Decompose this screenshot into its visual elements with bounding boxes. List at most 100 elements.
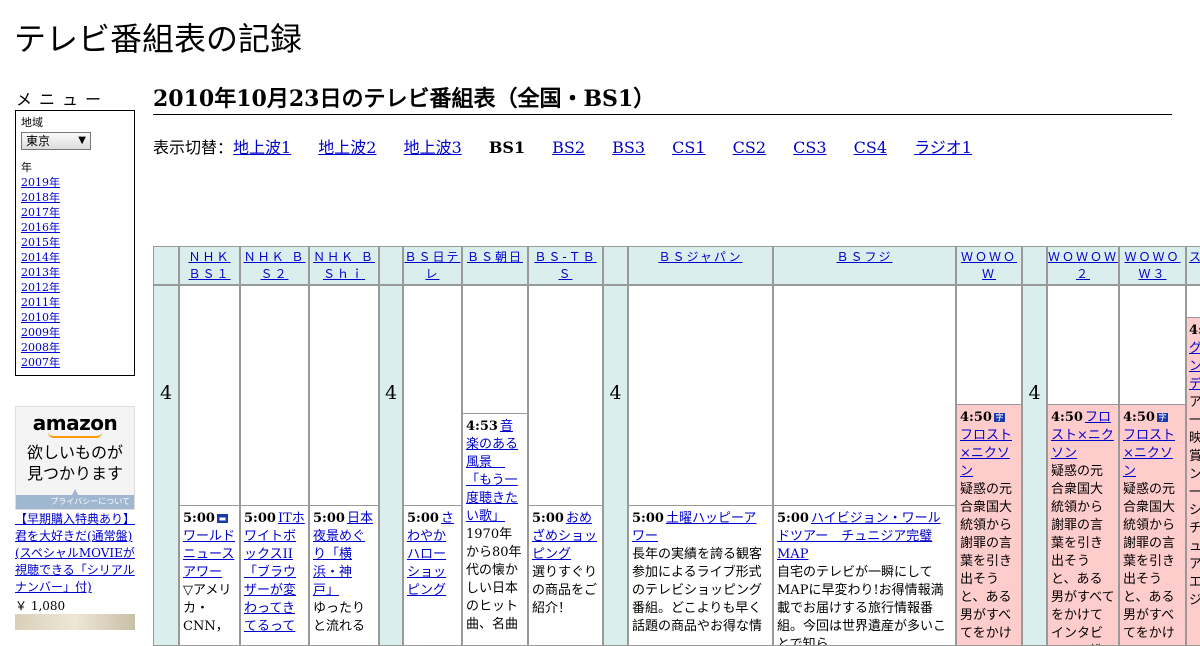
amazon-ad-banner[interactable]: amazon 欲しいものが 見つかります ▲ プライバシーについて [15, 406, 135, 510]
channel-link-bs-nittele[interactable]: ＢＳ日テレ [404, 250, 460, 281]
hour-column-header [603, 246, 628, 285]
caption-icon: ▬ [216, 514, 228, 523]
channel-link-bs-japan[interactable]: ＢＳジャパン [658, 250, 742, 264]
channel-link-wowow3[interactable]: ＷＯＷＯＷ３ [1124, 250, 1180, 281]
channel-link-bs-asahi[interactable]: ＢＳ朝日 [467, 250, 523, 264]
program-cell: 5:00 ▬ ワールドニュースアワー ▽アメリカ・CNN， [180, 505, 239, 645]
program-desc: ア一映賞ン一シチュアエジ [1189, 395, 1200, 608]
program-link[interactable]: ワールドニュースアワー [183, 529, 235, 580]
channel-link-nhk-bshi[interactable]: ＮＨＫ ＢＳｈｉ [313, 250, 375, 281]
channel-header-wowow3[interactable]: ＷＯＷＯＷ３ [1119, 246, 1186, 285]
program-time: 5:00 [632, 511, 664, 526]
year-link-2009[interactable]: 2009年 [21, 325, 129, 340]
channel-column-nhk-bshi: 5:00 日本夜景めぐり「横浜・神戸」 ゆったりと流れる [309, 285, 379, 646]
program-desc: 疑惑の元合衆国大統領から謝罪の言葉を引き出そうと、ある男がすべてをかけてインタビ… [1051, 464, 1115, 645]
nav-link-cs2[interactable]: CS2 [733, 138, 766, 157]
ad-privacy-link[interactable]: プライバシーについて [16, 495, 134, 509]
year-link-2019[interactable]: 2019年 [21, 175, 129, 190]
nav-link-terrestrial-3[interactable]: 地上波3 [404, 138, 462, 157]
year-link-2014[interactable]: 2014年 [21, 250, 129, 265]
channel-header-bs-asahi[interactable]: ＢＳ朝日 [462, 246, 528, 285]
hour-column-header [1022, 246, 1047, 285]
hour-column: 4 [153, 285, 179, 646]
program-link[interactable]: ITホワイトボックスII「ブラウザーが変わってきてるって [244, 511, 305, 634]
program-time: 5:00 [407, 511, 439, 526]
nav-link-terrestrial-2[interactable]: 地上波2 [318, 138, 376, 157]
menu-box: 地域 東京 ▼ 年 2019年 2018年 2017年 2016年 2015年 … [15, 110, 135, 376]
region-select[interactable]: 東京 ▼ [21, 132, 91, 150]
program-time: 4:50 [1123, 410, 1155, 425]
channel-header-bs-japan[interactable]: ＢＳジャパン [628, 246, 773, 285]
channel-header-wowow[interactable]: ＷＯＷＯＷ [956, 246, 1022, 285]
program-time: 5:00 [532, 511, 564, 526]
channel-header-nhk-bs2[interactable]: ＮＨＫ ＢＳ２ [240, 246, 309, 285]
channel-link-nhk-bs1[interactable]: ＮＨＫ ＢＳ１ [188, 250, 230, 281]
program-desc: ▽アメリカ・CNN， [183, 583, 232, 634]
program-cell: 5:00 土曜ハッピーアワー 長年の実績を誇る観客参加によるライブ形式のテレビショ… [629, 505, 772, 645]
region-label: 地域 [21, 116, 43, 129]
channel-link-cutoff[interactable]: ス [1189, 250, 1200, 264]
program-time: 4: [1189, 323, 1200, 338]
ad-tagline-2: 見つかります [26, 464, 123, 483]
channel-header-bs-tbs[interactable]: ＢＳ-ＴＢＳ [528, 246, 603, 285]
program-link[interactable]: フロスト×ニクソン [960, 428, 1012, 479]
program-cell: 4:50 フロスト×ニクソン 疑惑の元合衆国大統領から謝罪の言葉を引き出そうと、あ… [1048, 404, 1118, 645]
year-link-2015[interactable]: 2015年 [21, 235, 129, 250]
program-link[interactable]: グンデ [1189, 341, 1200, 392]
product-price: ￥ 1,080 [15, 599, 66, 613]
channel-column-nhk-bs1: 5:00 ▬ ワールドニュースアワー ▽アメリカ・CNN， [179, 285, 240, 646]
program-time: 5:00 [244, 511, 276, 526]
hour-label: 4 [159, 382, 173, 404]
year-link-2013[interactable]: 2013年 [21, 265, 129, 280]
nav-link-bs3[interactable]: BS3 [612, 138, 645, 157]
year-link-2007[interactable]: 2007年 [21, 355, 129, 370]
amazon-logo: amazon [32, 411, 118, 435]
channel-column-bs-tbs: 5:00 おめざめショッピング 選りすぐりの商品をご紹介！ [528, 285, 603, 646]
year-link-2011[interactable]: 2011年 [21, 295, 129, 310]
nav-link-bs2[interactable]: BS2 [552, 138, 585, 157]
nav-link-radio-1[interactable]: ラジオ1 [914, 138, 972, 157]
channel-column-cutoff: 4: グンデ ア一映賞ン一シチュアエジ [1186, 285, 1200, 646]
year-link-2018[interactable]: 2018年 [21, 190, 129, 205]
program-desc: 疑惑の元合衆国大統領から謝罪の言葉を引き出そうと、ある男がすべてをかけ [1123, 482, 1176, 641]
channel-header-bs-nittele[interactable]: ＢＳ日テレ [403, 246, 462, 285]
nav-link-cs1[interactable]: CS1 [672, 138, 705, 157]
program-link[interactable]: フロスト×ニクソン [1123, 428, 1175, 479]
program-link[interactable]: 音楽のある風景 「もう一度聴きたい歌」 [466, 419, 518, 524]
broadcast-icon: 字 [1156, 413, 1168, 422]
product-link[interactable]: 【早期購入特典あり】君を大好きだ(通常盤)(スペシャルMOVIEが視聴できる「シ… [15, 512, 135, 594]
menu-title: メニュー [16, 90, 109, 109]
program-cell: 5:00 さわやかハローショッピング [404, 505, 461, 645]
channel-link-bs-fuji[interactable]: ＢＳフジ [836, 250, 892, 264]
program-cell: 5:00 ハイビジョン・ワールドツアー チュニジア完璧MAP 自宅のテレビが一瞬に… [774, 505, 955, 645]
program-cell: 5:00 日本夜景めぐり「横浜・神戸」 ゆったりと流れる [310, 505, 378, 645]
program-time: 4:50 [960, 410, 992, 425]
hour-label: 4 [384, 382, 398, 404]
product-thumbnail[interactable] [15, 614, 135, 630]
channel-header-cutoff[interactable]: ス [1186, 246, 1200, 285]
channel-header-nhk-bs1[interactable]: ＮＨＫ ＢＳ１ [179, 246, 240, 285]
program-desc: ゆったりと流れる [313, 601, 366, 634]
channel-header-wowow2[interactable]: ＷＯＷＯＷ２ [1047, 246, 1119, 285]
hour-column-header [379, 246, 403, 285]
program-cell: 4:53 音楽のある風景 「もう一度聴きたい歌」 1970年から80年代の懐かしい… [463, 413, 527, 645]
year-link-2012[interactable]: 2012年 [21, 280, 129, 295]
hour-column: 4 [379, 285, 403, 646]
channel-header-bs-fuji[interactable]: ＢＳフジ [773, 246, 956, 285]
channel-column-nhk-bs2: 5:00 ITホワイトボックスII「ブラウザーが変わってきてるって [240, 285, 309, 646]
year-link-2016[interactable]: 2016年 [21, 220, 129, 235]
year-link-2008[interactable]: 2008年 [21, 340, 129, 355]
year-link-2010[interactable]: 2010年 [21, 310, 129, 325]
nav-link-cs3[interactable]: CS3 [793, 138, 826, 157]
channel-column-wowow2: 4:50 フロスト×ニクソン 疑惑の元合衆国大統領から謝罪の言葉を引き出そうと、あ… [1047, 285, 1119, 646]
year-link-2017[interactable]: 2017年 [21, 205, 129, 220]
nav-link-cs4[interactable]: CS4 [854, 138, 887, 157]
channel-link-bs-tbs[interactable]: ＢＳ-ＴＢＳ [534, 250, 596, 281]
channel-header-nhk-bshi[interactable]: ＮＨＫ ＢＳｈｉ [309, 246, 379, 285]
nav-link-terrestrial-1[interactable]: 地上波1 [233, 138, 291, 157]
channel-column-bs-asahi: 4:53 音楽のある風景 「もう一度聴きたい歌」 1970年から80年代の懐かしい… [462, 285, 528, 646]
channel-link-wowow[interactable]: ＷＯＷＯＷ [961, 250, 1017, 281]
channel-link-wowow2[interactable]: ＷＯＷＯＷ２ [1048, 250, 1118, 281]
product-ad: 【早期購入特典あり】君を大好きだ(通常盤)(スペシャルMOVIEが視聴できる「シ… [15, 511, 137, 615]
channel-link-nhk-bs2[interactable]: ＮＨＫ ＢＳ２ [244, 250, 306, 281]
